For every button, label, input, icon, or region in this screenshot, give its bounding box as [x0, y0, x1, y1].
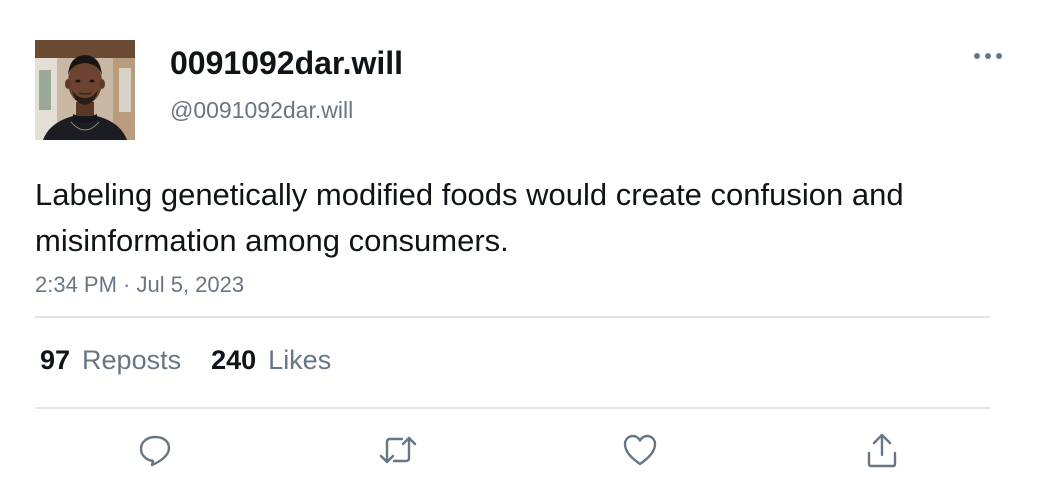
like-button[interactable]	[618, 428, 662, 472]
tweet-text: Labeling genetically modified foods woul…	[35, 177, 904, 258]
share-icon	[867, 433, 897, 468]
heart-icon	[623, 434, 657, 466]
tweet-timestamp[interactable]: 2:34 PM · Jul 5, 2023	[35, 271, 244, 299]
display-name[interactable]: 0091092dar.will	[170, 44, 403, 82]
divider	[35, 407, 990, 409]
reply-icon	[139, 435, 171, 467]
reposts-count: 97	[40, 345, 71, 375]
retweet-button[interactable]	[376, 428, 420, 472]
more-options-button[interactable]	[970, 42, 1006, 70]
likes-label: Likes	[268, 345, 332, 375]
share-button[interactable]	[860, 428, 904, 472]
retweet-icon	[379, 436, 417, 464]
more-horizontal-icon	[974, 53, 1002, 59]
user-handle[interactable]: @0091092dar.will	[170, 96, 353, 124]
avatar[interactable]	[35, 40, 135, 140]
reposts-label: Reposts	[82, 345, 182, 375]
divider	[35, 316, 990, 318]
reply-button[interactable]	[133, 428, 177, 472]
likes-stat[interactable]: 240 Likes	[211, 343, 331, 377]
avatar-image	[35, 40, 135, 140]
likes-count: 240	[211, 345, 257, 375]
engagement-stats: 97 Reposts 240 Likes	[40, 343, 331, 377]
tweet-card: 0091092dar.will @0091092dar.will Labelin…	[0, 0, 1050, 480]
reposts-stat[interactable]: 97 Reposts	[40, 343, 181, 377]
